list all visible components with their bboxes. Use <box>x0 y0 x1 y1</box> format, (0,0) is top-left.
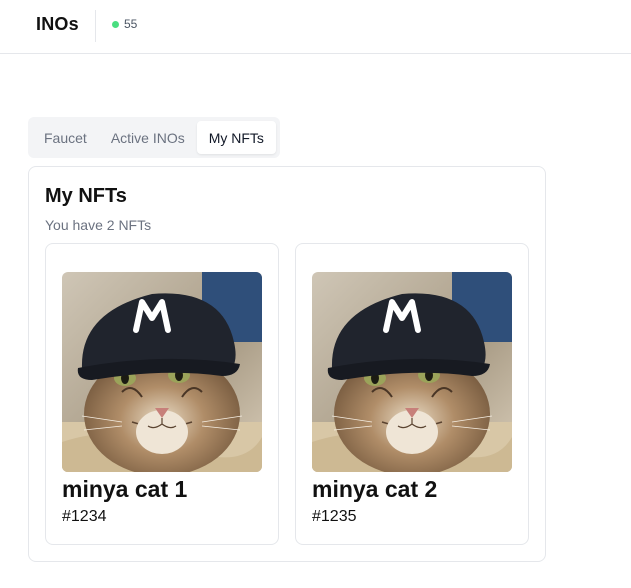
nft-name: minya cat 1 <box>62 476 188 502</box>
panel-title: My NFTs <box>45 185 127 207</box>
status-dot-icon <box>112 20 119 28</box>
my-nfts-panel: My NFTs You have 2 NFTs minya cat 1 #123… <box>28 166 546 562</box>
header-divider <box>95 10 96 42</box>
app-title[interactable]: INOs <box>36 14 79 35</box>
network-status: 55 <box>112 17 137 31</box>
tab-list: Faucet Active INOs My NFTs <box>28 117 280 158</box>
top-bar: INOs 55 <box>0 0 631 54</box>
nft-token-id: #1235 <box>312 508 357 525</box>
tab-faucet[interactable]: Faucet <box>32 121 99 154</box>
tab-active-inos[interactable]: Active INOs <box>99 121 197 154</box>
nft-token-id: #1234 <box>62 508 107 525</box>
nft-image <box>312 272 512 472</box>
nft-count-text: You have 2 NFTs <box>45 217 152 233</box>
tab-my-nfts[interactable]: My NFTs <box>196 121 276 154</box>
nft-card[interactable]: minya cat 2 #1235 <box>295 243 529 545</box>
status-count: 55 <box>124 17 138 31</box>
nft-name: minya cat 2 <box>312 476 438 502</box>
nft-image <box>62 272 262 472</box>
nft-card[interactable]: minya cat 1 #1234 <box>45 243 279 545</box>
